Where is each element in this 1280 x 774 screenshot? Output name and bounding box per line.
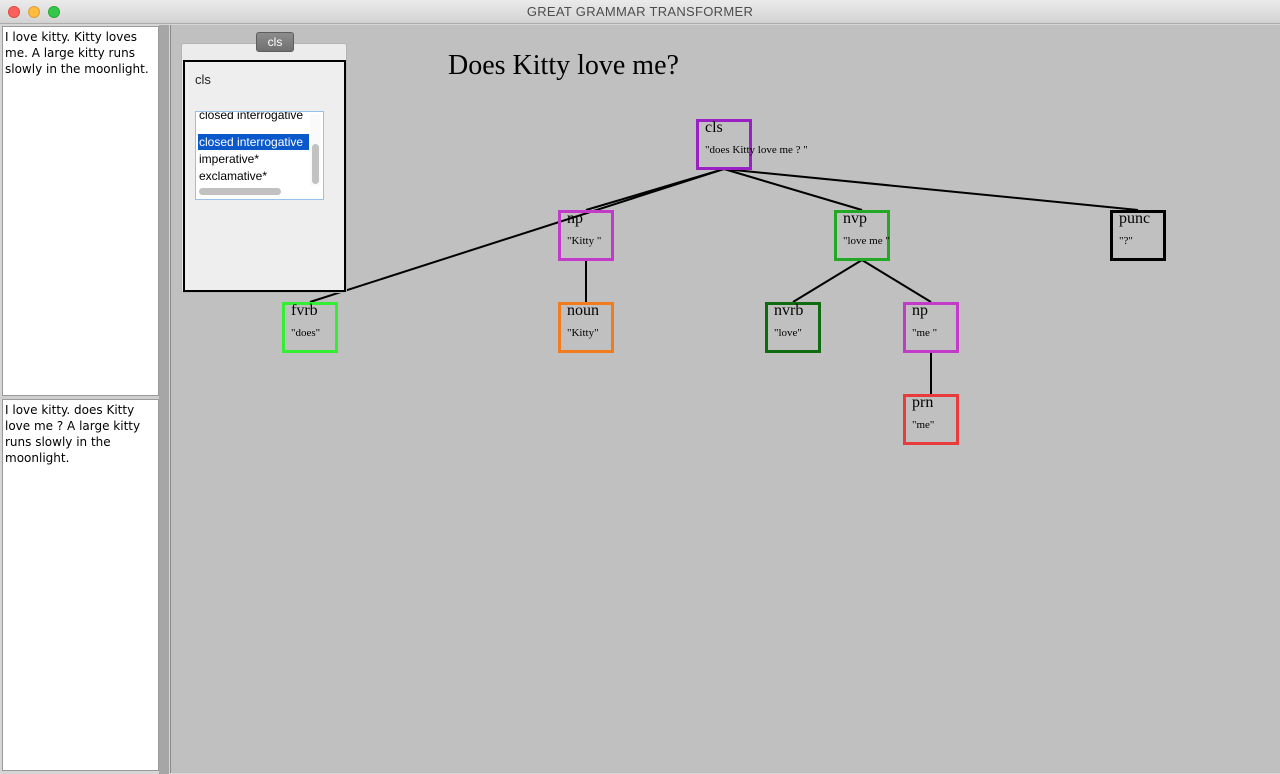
title-bar: GREAT GRAMMAR TRANSFORMER (0, 0, 1280, 24)
node-label: nvrb (774, 302, 804, 319)
window-title: GREAT GRAMMAR TRANSFORMER (526, 4, 754, 19)
tree-edge-nvp-nvrb (792, 259, 863, 303)
node-label: nvp (843, 210, 867, 227)
node-label: punc (1119, 210, 1151, 227)
node-label: cls (705, 119, 723, 136)
scrollbar-thumb[interactable] (312, 144, 319, 184)
tree-edge-nvp-np2 (861, 259, 932, 303)
node-text: "me" (912, 419, 935, 431)
tree-node-np[interactable]: np "me " (903, 302, 959, 353)
node-text: "does Kitty love me ? " (705, 144, 808, 156)
node-text: "me " (912, 327, 938, 339)
node-label: np (912, 302, 928, 319)
list-item-selected[interactable]: closed interrogative (198, 134, 309, 150)
tree-node-nvp[interactable]: nvp "love me " (834, 210, 890, 261)
list-item[interactable]: closed interrogative (198, 112, 309, 123)
tree-edge-cls-np1 (585, 168, 725, 211)
tree-edge-cls-fvrb (309, 168, 725, 303)
vertical-split-handle[interactable] (159, 25, 169, 774)
tree-edge-cls-punc (723, 168, 1139, 211)
tree-node-punc[interactable]: punc "?" (1110, 210, 1166, 261)
node-text: "Kitty" (567, 327, 599, 339)
input-text-area[interactable]: I love kitty. Kitty loves me. A large ki… (2, 26, 159, 396)
output-text-area[interactable]: I love kitty. does Kitty love me ? A lar… (2, 399, 159, 771)
tree-node-nvrb[interactable]: nvrb "love" (765, 302, 821, 353)
node-text: "?" (1119, 235, 1133, 247)
clause-type-list[interactable]: closed interrogative closed interrogativ… (195, 111, 324, 200)
panel-title: cls (195, 72, 211, 87)
tree-node-np[interactable]: np "Kitty " (558, 210, 614, 261)
tree-node-noun[interactable]: noun "Kitty" (558, 302, 614, 353)
panel-body: cls closed interrogative closed interrog… (183, 60, 346, 292)
list-item[interactable]: exclamative* (198, 168, 309, 184)
list-horizontal-scrollbar[interactable] (199, 188, 281, 195)
node-label: prn (912, 394, 934, 411)
node-text: "love me " (843, 235, 890, 247)
tree-node-cls[interactable]: cls "does Kitty love me ? " (696, 119, 808, 170)
node-label: noun (567, 302, 599, 319)
node-text: "Kitty " (567, 235, 602, 247)
list-item[interactable]: imperative* (198, 151, 309, 167)
node-label: fvrb (291, 302, 318, 319)
node-property-panel: cls cls closed interrogative closed inte… (181, 32, 347, 293)
parse-tree-canvas[interactable]: Does Kitty love me? cls "does Kitty love… (170, 25, 1280, 773)
node-text: "does" (291, 327, 321, 339)
panel-tab-cls[interactable]: cls (256, 32, 294, 52)
tree-node-prn[interactable]: prn "me" (903, 394, 959, 445)
node-label: np (567, 210, 583, 227)
sentence-heading: Does Kitty love me? (448, 50, 679, 81)
tree-node-fvrb[interactable]: fvrb "does" (282, 302, 338, 353)
node-text: "love" (774, 327, 802, 339)
list-vertical-scrollbar[interactable] (310, 114, 321, 186)
